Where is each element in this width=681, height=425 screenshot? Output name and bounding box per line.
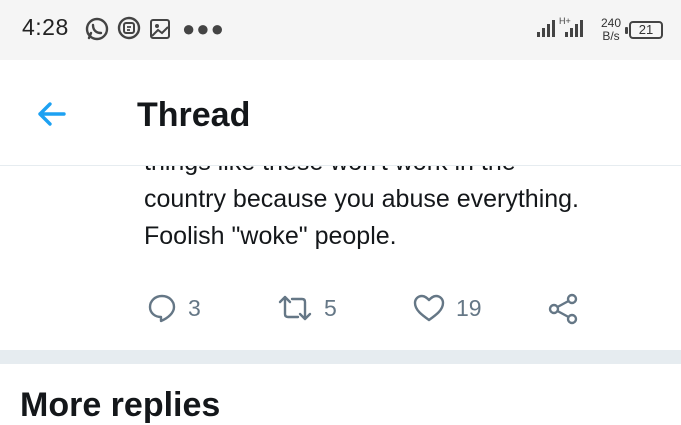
message-icon	[116, 16, 142, 42]
tweet-body: things like these won't work in the coun…	[0, 166, 681, 276]
retweet-button[interactable]: 5	[276, 292, 337, 324]
share-button[interactable]	[546, 292, 580, 326]
like-button[interactable]: 19	[412, 292, 482, 324]
back-arrow-icon	[38, 102, 66, 126]
network-speed-value: 240	[600, 15, 621, 30]
more-dots-icon: ●●●	[182, 16, 225, 41]
retweet-count: 5	[324, 294, 337, 321]
like-icon	[413, 294, 445, 322]
back-button[interactable]	[34, 96, 70, 132]
whatsapp-icon	[84, 16, 110, 42]
reply-count: 3	[188, 294, 201, 321]
section-divider	[0, 350, 681, 364]
network-speed-unit: B/s	[602, 28, 620, 43]
more-replies-heading: More replies	[20, 386, 221, 424]
tweet-text-clipped-line: things like these won't work in the	[144, 166, 674, 181]
status-bar: 4:28 ●●● H+ 240 B/s 21	[0, 0, 681, 60]
page-title: Thread	[137, 96, 251, 134]
notification-icons	[84, 16, 172, 42]
system-icons: H+ 240 B/s 21	[535, 14, 663, 45]
battery-icon: 21	[625, 20, 663, 39]
reply-icon	[148, 294, 176, 323]
retweet-icon	[278, 295, 312, 321]
reply-button[interactable]: 3	[146, 292, 201, 324]
battery-level: 21	[638, 22, 654, 37]
share-icon	[548, 293, 578, 325]
tweet-text-line: Foolish "woke" people.	[144, 222, 397, 250]
network-type-label: H+	[559, 16, 571, 26]
tweet-text-line: country because you abuse everything.	[144, 185, 579, 213]
thread-header: Thread	[0, 60, 681, 166]
like-count: 19	[456, 294, 482, 321]
gallery-icon	[148, 17, 172, 41]
signal-icon: H+	[535, 14, 593, 45]
tweet-actions: 3 5 19	[0, 292, 681, 336]
status-time: 4:28	[22, 14, 69, 40]
network-speed: 240 B/s	[600, 15, 621, 43]
